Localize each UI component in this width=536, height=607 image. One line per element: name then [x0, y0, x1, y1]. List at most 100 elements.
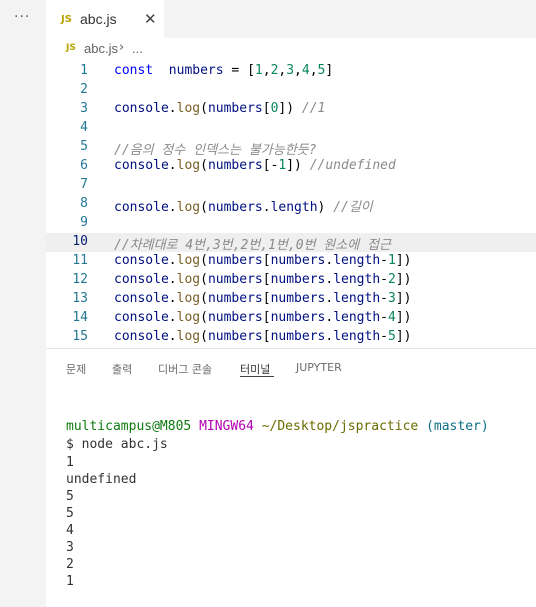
- code-token: 4: [387, 310, 396, 325]
- tab-debug-console[interactable]: 디버그 콘솔: [158, 361, 212, 377]
- code-token: numbers: [207, 310, 263, 325]
- code-token: ,: [294, 63, 302, 78]
- code-token: ,: [262, 63, 271, 78]
- code-token: 5: [387, 329, 396, 344]
- code-line[interactable]: 14 console.log(numbers[numbers.length-4]): [46, 309, 536, 328]
- line-number: 3: [80, 101, 88, 116]
- code-text[interactable]: console.log(numbers.length) //길이: [114, 196, 373, 215]
- code-token: (: [200, 272, 208, 287]
- code-text[interactable]: const numbers = [1,2,3,4,5]: [114, 63, 333, 78]
- more-actions-icon[interactable]: ···: [14, 9, 30, 25]
- prompt-branch: (master): [426, 419, 489, 434]
- breadcrumb-symbols[interactable]: ...: [132, 41, 143, 56]
- tab-jupyter[interactable]: JUPYTER: [296, 361, 342, 374]
- terminal-output-line: 4: [66, 523, 74, 538]
- line-number: 6: [80, 158, 88, 173]
- code-token: 3: [286, 63, 295, 78]
- code-token: console: [114, 291, 169, 306]
- code-line[interactable]: 7: [46, 176, 536, 195]
- code-token: [: [262, 253, 271, 268]
- code-token: ,: [309, 63, 318, 78]
- code-line[interactable]: 10 //차례대로 4번,3번,2번,1번,0번 원소에 접근: [46, 233, 536, 253]
- terminal-output-line: 3: [66, 540, 74, 555]
- code-text[interactable]: //음의 정수 인덱스는 불가능한듯?: [114, 139, 316, 158]
- javascript-file-icon: JS: [66, 43, 76, 53]
- terminal-output-line: undefined: [66, 472, 137, 487]
- line-number: 8: [80, 196, 88, 211]
- code-line[interactable]: 15 console.log(numbers[numbers.length-5]): [46, 328, 536, 347]
- code-line[interactable]: 1 const numbers = [1,2,3,4,5]: [46, 62, 536, 81]
- active-tab-indicator: [240, 376, 274, 377]
- code-token: ]): [395, 329, 412, 344]
- code-text[interactable]: //차례대로 4번,3번,2번,1번,0번 원소에 접근: [114, 234, 391, 253]
- terminal-command: $ node abc.js: [66, 437, 168, 452]
- code-line[interactable]: 13 console.log(numbers[numbers.length-3]): [46, 290, 536, 309]
- sidebar-strip: ···: [0, 0, 46, 607]
- terminal-output-line: 1: [66, 574, 74, 589]
- line-number: 11: [72, 253, 88, 268]
- code-token: numbers: [207, 101, 263, 116]
- code-token: numbers: [168, 63, 224, 78]
- code-token: log: [176, 158, 201, 173]
- code-token: -: [380, 310, 388, 325]
- code-line[interactable]: 9: [46, 214, 536, 233]
- code-token: numbers: [270, 272, 326, 287]
- code-token: .: [168, 291, 177, 306]
- code-line[interactable]: 4: [46, 119, 536, 138]
- code-token: 3: [387, 291, 396, 306]
- code-token: 2: [387, 272, 396, 287]
- code-token: ]): [395, 253, 412, 268]
- code-line[interactable]: 11 console.log(numbers[numbers.length-1]): [46, 252, 536, 271]
- prompt-path: ~/Desktop/jspractice: [261, 419, 419, 434]
- code-token: numbers: [207, 272, 263, 287]
- code-token: = [: [223, 63, 255, 78]
- code-token: [: [262, 101, 271, 116]
- code-editor[interactable]: 1 const numbers = [1,2,3,4,5] 2 3 console.lo…: [46, 60, 536, 348]
- code-text[interactable]: console.log(numbers[numbers.length-2]): [114, 272, 411, 287]
- code-token: 1: [387, 253, 396, 268]
- tab-problems[interactable]: 문제: [66, 361, 86, 377]
- code-line[interactable]: 12 console.log(numbers[numbers.length-2]): [46, 271, 536, 290]
- code-token: //음의 정수 인덱스는 불가능한듯?: [114, 143, 317, 158]
- line-number: 14: [72, 310, 88, 325]
- code-line[interactable]: 3 console.log(numbers[0]) //1: [46, 100, 536, 119]
- code-text[interactable]: console.log(numbers[numbers.length-3]): [114, 291, 411, 306]
- code-text[interactable]: console.log(numbers[numbers.length-4]): [114, 310, 411, 325]
- code-line[interactable]: 2: [46, 81, 536, 100]
- code-token: //1: [301, 101, 326, 116]
- tab-terminal[interactable]: 터미널: [240, 361, 270, 377]
- terminal-output-line: 5: [66, 506, 74, 521]
- code-line[interactable]: 5 //음의 정수 인덱스는 불가능한듯?: [46, 138, 536, 158]
- code-token: (: [200, 200, 208, 215]
- code-text[interactable]: console.log(numbers[numbers.length-1]): [114, 253, 411, 268]
- prompt-user: multicampus@M805: [66, 419, 192, 434]
- code-line[interactable]: 8 console.log(numbers.length) //길이: [46, 195, 536, 215]
- code-token: .: [168, 272, 177, 287]
- code-token: .: [168, 329, 177, 344]
- code-token: [: [262, 329, 271, 344]
- code-token: length: [333, 253, 381, 268]
- tab-label[interactable]: abc.js: [80, 11, 117, 27]
- code-token: numbers: [207, 158, 263, 173]
- code-token: (: [200, 101, 208, 116]
- code-token: [: [262, 291, 271, 306]
- breadcrumb-file[interactable]: abc.js: [84, 41, 118, 56]
- code-token: console: [114, 253, 169, 268]
- tab-output[interactable]: 출력: [112, 361, 132, 377]
- tab-abc-js[interactable]: JS abc.js ✕: [46, 0, 164, 38]
- code-text[interactable]: console.log(numbers[-1]) //undefined: [114, 158, 396, 173]
- code-token: .: [325, 291, 334, 306]
- terminal-output-line: 2: [66, 557, 74, 572]
- code-text[interactable]: console.log(numbers[0]) //1: [114, 101, 325, 116]
- code-text[interactable]: console.log(numbers[numbers.length-5]): [114, 329, 411, 344]
- close-icon[interactable]: ✕: [144, 10, 157, 28]
- code-token: -: [380, 272, 388, 287]
- line-number: 7: [80, 177, 88, 192]
- code-token: .: [168, 101, 177, 116]
- code-token: (: [200, 158, 208, 173]
- code-token: 1: [254, 63, 263, 78]
- code-token: (: [200, 253, 208, 268]
- breadcrumb: JS abc.js › ...: [46, 38, 536, 60]
- line-number: 12: [72, 272, 88, 287]
- code-line[interactable]: 6 console.log(numbers[-1]) //undefined: [46, 157, 536, 176]
